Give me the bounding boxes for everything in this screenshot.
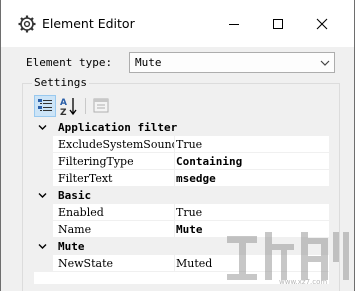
svg-text:A: A <box>60 98 67 108</box>
row-gutter <box>34 136 53 153</box>
column-divider <box>174 204 175 221</box>
window-title: Element Editor <box>42 16 135 31</box>
minimize-icon <box>229 24 239 25</box>
watermark-url: www.xz7.com <box>279 278 328 286</box>
property-row[interactable]: Enabled True <box>34 204 329 221</box>
element-type-select[interactable]: Mute <box>129 52 335 73</box>
category-name: Basic <box>58 189 92 202</box>
property-value[interactable]: Mute <box>176 223 203 236</box>
maximize-icon <box>273 19 283 29</box>
property-name: Enabled <box>58 206 104 219</box>
row-gutter <box>34 204 53 221</box>
property-value[interactable]: True <box>176 138 202 151</box>
categorized-button[interactable] <box>34 95 56 117</box>
svg-text:Z: Z <box>60 108 67 117</box>
row-gutter <box>34 170 53 187</box>
sort-az-icon: A Z <box>60 98 77 118</box>
column-divider <box>174 221 175 238</box>
property-value[interactable]: True <box>176 206 202 219</box>
maximize-button[interactable] <box>263 10 293 38</box>
category-name: Application filter <box>58 121 178 134</box>
property-pages-button[interactable] <box>90 95 112 117</box>
element-editor-window: Element Editor Element type: Mute Settin… <box>0 0 355 291</box>
column-divider <box>174 136 175 153</box>
property-row[interactable]: FilterText msedge <box>34 170 329 187</box>
column-divider <box>174 170 175 187</box>
property-value[interactable]: Containing <box>176 155 242 168</box>
property-row[interactable]: FilteringType Containing <box>34 153 329 170</box>
title-bar[interactable]: Element Editor <box>1 0 354 47</box>
property-name: FilteringType <box>58 155 134 168</box>
property-name: FilterText <box>58 172 113 185</box>
property-value[interactable]: msedge <box>176 172 216 185</box>
row-gutter <box>34 153 53 170</box>
property-pages-icon <box>93 98 109 113</box>
chevron-down-icon[interactable] <box>38 242 47 251</box>
alphabetical-button[interactable]: A Z <box>58 95 80 118</box>
category-row[interactable]: Basic <box>34 187 329 204</box>
settings-legend: Settings <box>32 76 89 89</box>
close-button[interactable] <box>307 10 337 38</box>
property-name: NewState <box>58 257 113 270</box>
close-icon <box>316 18 328 30</box>
column-divider <box>174 153 175 170</box>
row-gutter <box>34 221 53 238</box>
row-gutter <box>34 255 53 272</box>
chevron-down-icon <box>320 60 330 66</box>
property-row[interactable]: ExcludeSystemSounds True <box>34 136 329 153</box>
chevron-down-icon[interactable] <box>38 123 47 132</box>
categorized-icon <box>38 99 52 111</box>
category-row[interactable]: Application filter <box>34 119 329 136</box>
gear-icon <box>18 15 36 33</box>
property-value[interactable]: Muted <box>176 257 212 270</box>
property-name: ExcludeSystemSounds <box>58 138 174 151</box>
chevron-down-icon[interactable] <box>38 191 47 200</box>
minimize-button[interactable] <box>219 10 249 38</box>
element-type-label: Element type: <box>26 56 113 69</box>
toolbar-separator <box>85 98 86 114</box>
element-type-value: Mute <box>135 56 162 69</box>
category-name: Mute <box>58 240 85 253</box>
property-name: Name <box>58 223 92 236</box>
column-divider <box>174 255 175 272</box>
